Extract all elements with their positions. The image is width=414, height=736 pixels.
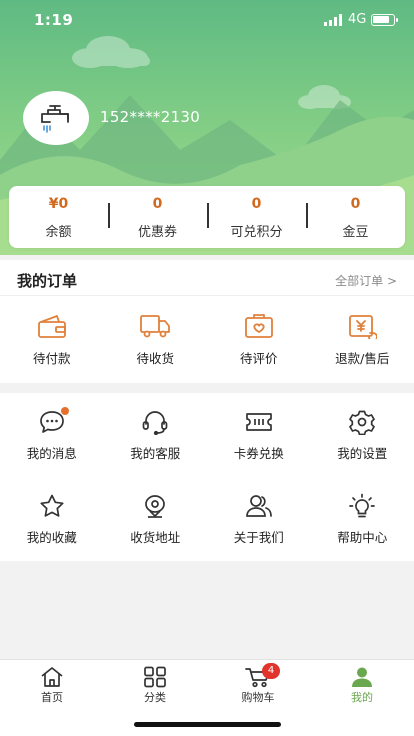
service-label: 卡券兑换 — [233, 446, 284, 461]
services-section: 我的消息 我的客服 卡券兑换 我的设置 我的收藏 收货地址 关于我们 帮助中心 — [0, 393, 414, 561]
faucet-icon — [41, 105, 69, 133]
asset-value: 0 — [251, 196, 262, 212]
tab-category[interactable]: 分类 — [115, 666, 195, 705]
review-icon — [244, 314, 273, 338]
user-phone[interactable]: 152****2130 — [100, 108, 200, 126]
wallet-icon — [37, 315, 66, 338]
asset-label: 可兑积分 — [230, 225, 283, 240]
home-icon — [41, 667, 63, 687]
order-label: 待收货 — [136, 351, 174, 366]
bulb-icon — [349, 493, 376, 518]
battery-icon — [371, 14, 398, 26]
order-label: 退款/售后 — [335, 351, 390, 366]
asset-coupons[interactable]: 0 优惠券 — [108, 186, 207, 248]
tab-label: 我的 — [351, 691, 373, 704]
service-about[interactable]: 关于我们 — [207, 477, 311, 561]
order-label: 待付款 — [32, 351, 71, 366]
asset-label: 余额 — [45, 225, 72, 240]
avatar[interactable] — [23, 91, 89, 145]
truck-icon — [140, 315, 171, 338]
service-coupon-redeem[interactable]: 卡券兑换 — [207, 393, 311, 477]
orders-section: 我的订单 全部订单 > 待付款 待收货 待评价 退款/售后 — [0, 260, 414, 383]
user-icon — [352, 667, 372, 687]
service-label: 我的收藏 — [26, 530, 77, 545]
cart-badge: 4 — [262, 663, 280, 679]
coupon-icon — [245, 413, 272, 431]
tab-home[interactable]: 首页 — [12, 666, 92, 705]
asset-gold-beans[interactable]: 0 金豆 — [306, 186, 405, 248]
network-type: 4G — [348, 12, 367, 27]
service-label: 关于我们 — [233, 530, 284, 545]
order-pending-receipt[interactable]: 待收货 — [104, 296, 208, 383]
orders-header: 我的订单 全部订单 > — [0, 260, 414, 296]
people-icon — [245, 495, 272, 517]
order-pending-review[interactable]: 待评价 — [207, 296, 311, 383]
signal-icon — [324, 14, 342, 26]
star-icon — [40, 494, 64, 517]
asset-value: 0 — [152, 196, 163, 212]
asset-value: 0 — [350, 196, 361, 212]
service-label: 收货地址 — [130, 530, 181, 545]
gear-icon — [349, 410, 376, 435]
asset-value: ¥0 — [48, 196, 69, 212]
tab-cart[interactable]: 4 购物车 — [218, 663, 298, 705]
service-favorites[interactable]: 我的收藏 — [0, 477, 104, 561]
tab-label: 购物车 — [241, 691, 275, 704]
assets-card: ¥0 余额 0 优惠券 0 可兑积分 0 金豆 — [9, 186, 405, 248]
orders-title: 我的订单 — [17, 272, 78, 290]
service-help[interactable]: 帮助中心 — [311, 477, 414, 561]
order-refund[interactable]: 退款/售后 — [311, 296, 414, 383]
tab-mine[interactable]: 我的 — [322, 666, 402, 705]
asset-label: 金豆 — [342, 225, 369, 240]
unread-dot — [61, 407, 69, 415]
service-label: 我的设置 — [337, 446, 388, 461]
category-icon — [144, 666, 166, 688]
asset-points[interactable]: 0 可兑积分 — [207, 186, 306, 248]
status-bar: 1:19 4G — [0, 0, 414, 40]
service-label: 我的客服 — [130, 446, 181, 461]
service-settings[interactable]: 我的设置 — [311, 393, 414, 477]
service-messages[interactable]: 我的消息 — [0, 393, 104, 477]
asset-label: 优惠券 — [137, 225, 177, 240]
location-icon — [145, 495, 166, 518]
status-time: 1:19 — [34, 11, 74, 29]
order-pending-payment[interactable]: 待付款 — [0, 296, 104, 383]
all-orders-link[interactable]: 全部订单 > — [335, 272, 397, 289]
headset-icon — [142, 411, 168, 435]
service-label: 帮助中心 — [337, 530, 388, 545]
home-indicator — [134, 722, 281, 727]
refund-icon — [349, 315, 378, 339]
service-address[interactable]: 收货地址 — [104, 477, 208, 561]
asset-balance[interactable]: ¥0 余额 — [9, 186, 108, 248]
service-customer-support[interactable]: 我的客服 — [104, 393, 208, 477]
order-label: 待评价 — [239, 351, 278, 366]
tab-label: 首页 — [41, 691, 63, 704]
service-label: 我的消息 — [26, 446, 77, 461]
tab-label: 分类 — [144, 691, 166, 704]
